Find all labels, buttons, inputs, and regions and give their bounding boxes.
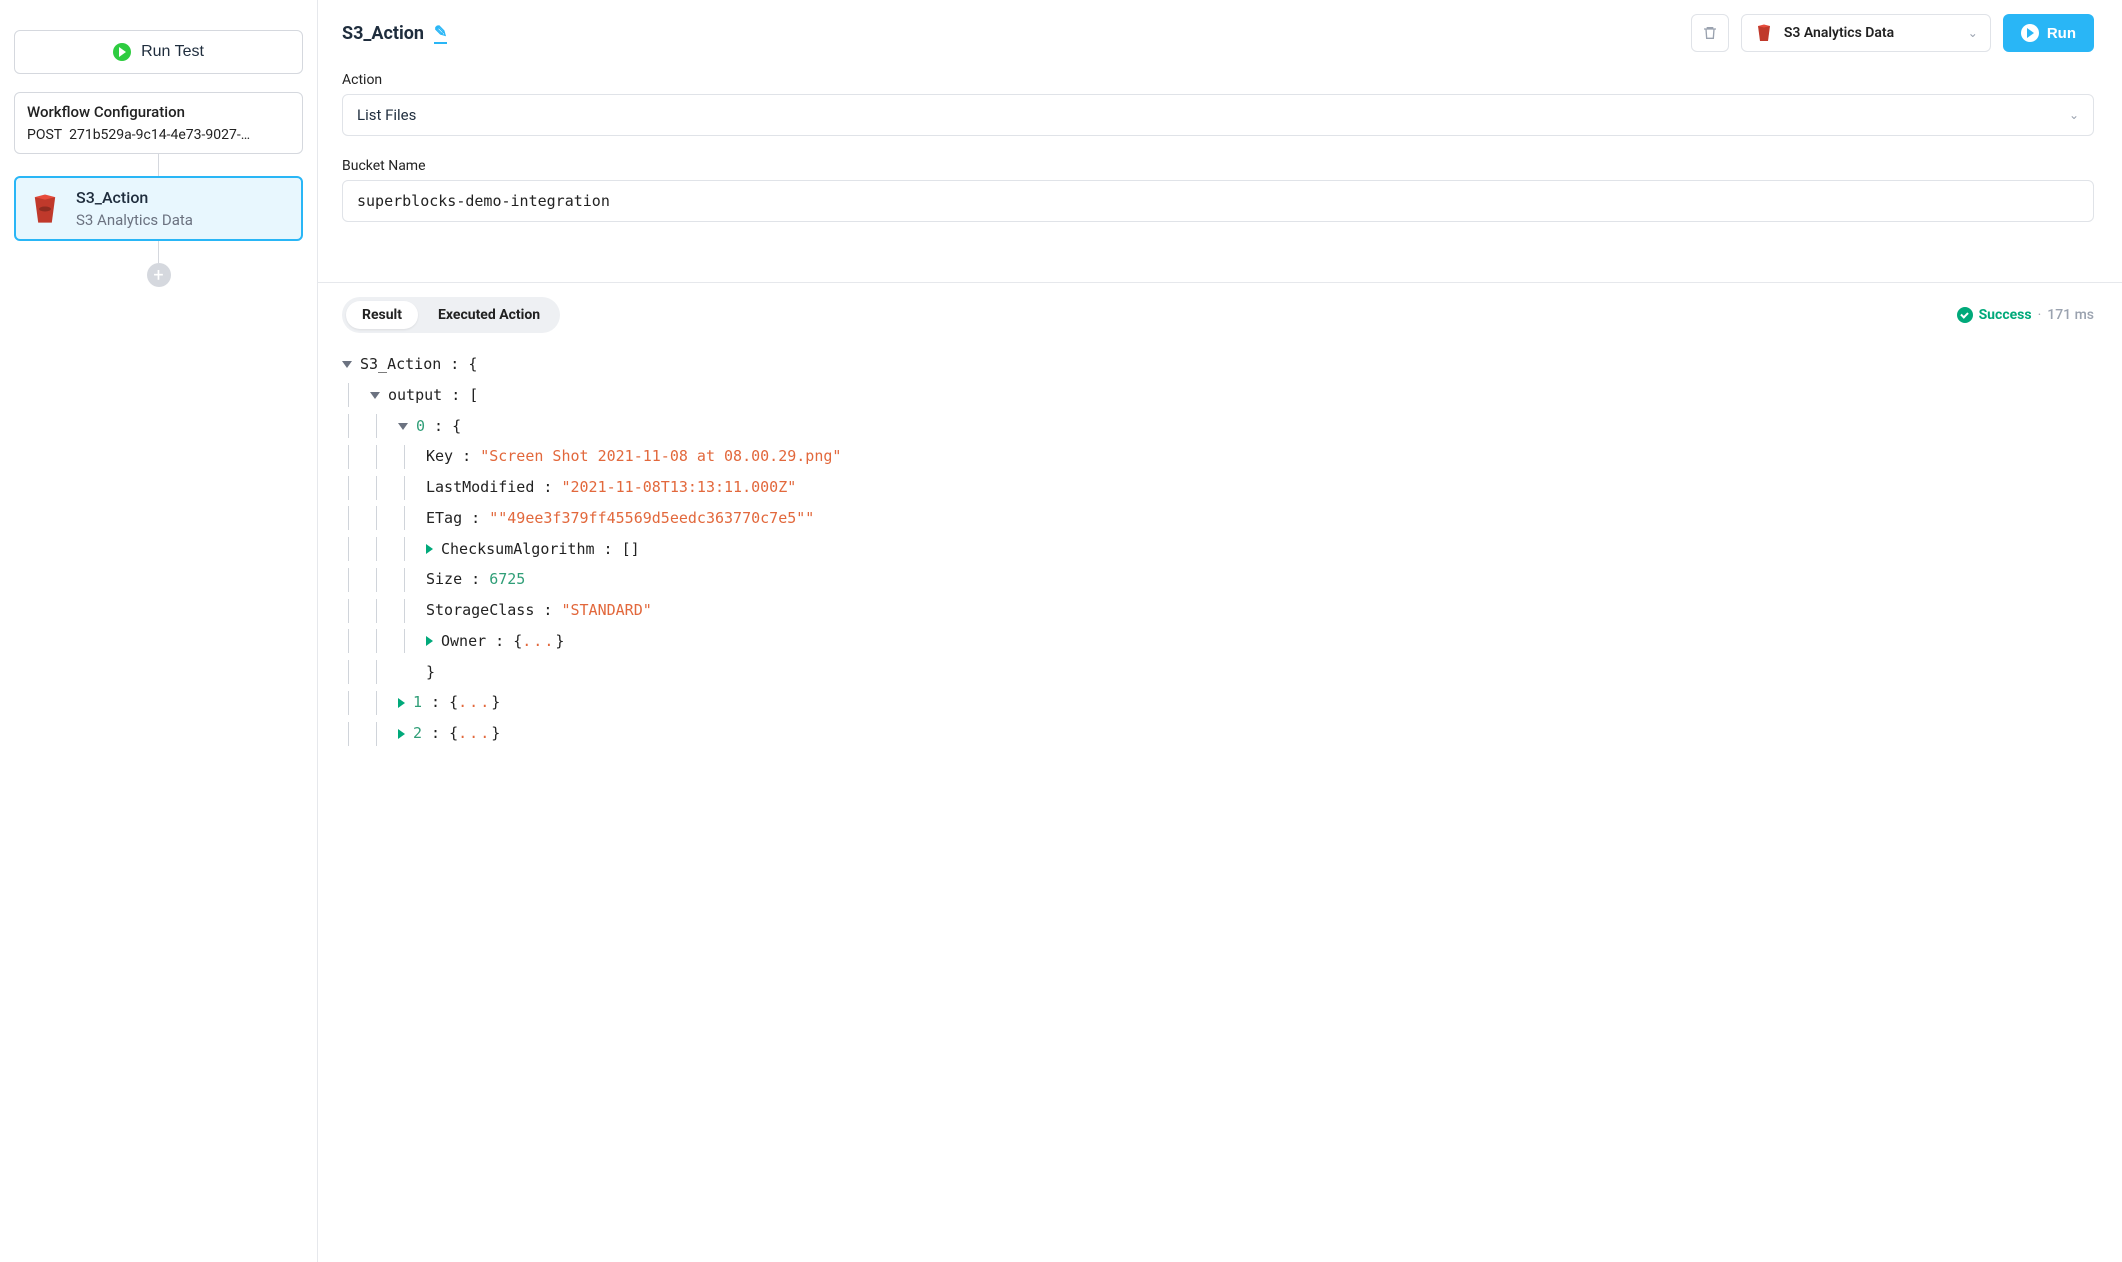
json-result-view[interactable]: S3_Action : { output : [ 0 : { Key : "Sc… xyxy=(318,339,2122,769)
results-header: Result Executed Action Success · 171 ms xyxy=(318,283,2122,339)
action-label: Action xyxy=(342,72,2094,88)
check-circle-icon xyxy=(1957,307,1973,323)
workflow-method: POST xyxy=(27,127,62,143)
s3-bucket-icon xyxy=(28,192,62,226)
workflow-config-title: Workflow Configuration xyxy=(27,103,290,121)
connector-line xyxy=(158,241,159,263)
pencil-icon[interactable]: ✎ xyxy=(434,22,447,44)
step-title-area: S3_Action ✎ xyxy=(342,22,447,44)
workflow-id: 271b529a-9c14-4e73-9027-… xyxy=(69,127,250,143)
main-panel: S3_Action ✎ S3 Analytics Data ⌄ Run Acti… xyxy=(318,0,2122,1262)
connector-line xyxy=(158,154,159,176)
action-select-value: List Files xyxy=(357,106,416,124)
workflow-config-box[interactable]: Workflow Configuration POST 271b529a-9c1… xyxy=(14,92,303,154)
add-step-button[interactable]: + xyxy=(147,263,171,287)
chevron-down-icon: ⌄ xyxy=(2069,108,2079,122)
workflow-step-text: S3_Action S3 Analytics Data xyxy=(76,188,193,229)
chevron-right-icon[interactable] xyxy=(426,544,433,554)
workflow-sidebar: Run Test Workflow Configuration POST 271… xyxy=(0,0,318,1262)
play-icon xyxy=(2021,24,2039,42)
chevron-down-icon[interactable] xyxy=(398,423,408,430)
s3-bucket-icon xyxy=(1754,23,1774,43)
chevron-right-icon[interactable] xyxy=(398,698,405,708)
bucket-label: Bucket Name xyxy=(342,158,2094,174)
chevron-down-icon: ⌄ xyxy=(1968,26,1978,40)
status-separator: · xyxy=(2038,307,2042,323)
integration-selector-label: S3 Analytics Data xyxy=(1784,25,1894,41)
status-text: Success xyxy=(1979,307,2032,323)
bucket-name-input[interactable] xyxy=(342,180,2094,222)
chevron-down-icon[interactable] xyxy=(342,361,352,368)
tab-result[interactable]: Result xyxy=(346,301,418,329)
integration-selector[interactable]: S3 Analytics Data ⌄ xyxy=(1741,14,1991,52)
run-test-button[interactable]: Run Test xyxy=(14,30,303,74)
chevron-down-icon[interactable] xyxy=(370,392,380,399)
tab-executed-action[interactable]: Executed Action xyxy=(422,301,556,329)
action-select[interactable]: List Files ⌄ xyxy=(342,94,2094,136)
step-title: S3_Action xyxy=(342,23,424,44)
results-area: Result Executed Action Success · 171 ms … xyxy=(318,282,2122,1262)
trash-icon xyxy=(1702,25,1718,41)
workflow-step-integration: S3 Analytics Data xyxy=(76,211,193,229)
editor-header: S3_Action ✎ S3 Analytics Data ⌄ Run xyxy=(318,0,2122,52)
form-area: Action List Files ⌄ Bucket Name xyxy=(318,52,2122,282)
workflow-step-s3-action[interactable]: S3_Action S3 Analytics Data xyxy=(14,176,303,241)
delete-step-button[interactable] xyxy=(1691,14,1729,52)
run-test-label: Run Test xyxy=(141,43,204,61)
run-button-label: Run xyxy=(2047,25,2076,42)
chevron-right-icon[interactable] xyxy=(398,729,405,739)
execution-status: Success · 171 ms xyxy=(1957,307,2094,323)
chevron-right-icon[interactable] xyxy=(426,636,433,646)
result-tabs: Result Executed Action xyxy=(342,297,560,333)
workflow-step-name: S3_Action xyxy=(76,188,193,207)
status-time: 171 ms xyxy=(2047,307,2094,323)
run-button[interactable]: Run xyxy=(2003,14,2094,52)
workflow-config-sub: POST 271b529a-9c14-4e73-9027-… xyxy=(27,127,290,143)
play-icon xyxy=(113,43,131,61)
